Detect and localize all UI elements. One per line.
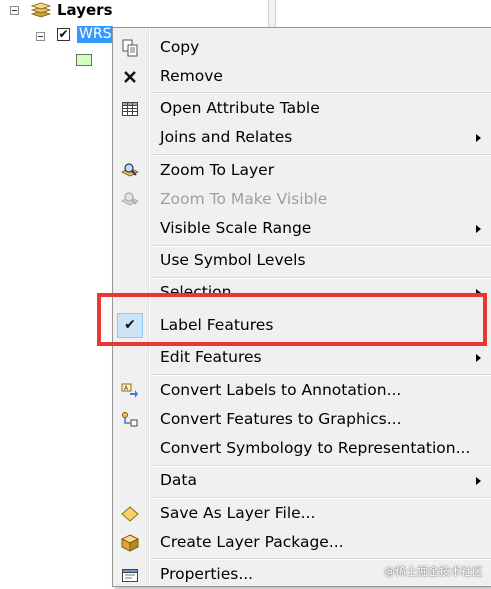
menu-item-use-symbol-levels[interactable]: Use Symbol Levels bbox=[113, 246, 491, 275]
menu-item-zoom-to-layer[interactable]: Zoom To Layer bbox=[113, 156, 491, 185]
menu-item-save-as-layer-file[interactable]: Save As Layer File... bbox=[113, 499, 491, 528]
remove-icon bbox=[124, 71, 136, 83]
menu-item-remove[interactable]: Remove bbox=[113, 62, 491, 91]
menu-item-label: Remove bbox=[160, 67, 223, 85]
convert-labels-icon: A bbox=[121, 383, 138, 398]
menu-item-convert-features-to-graphics[interactable]: Convert Features to Graphics... bbox=[113, 405, 491, 434]
layer-symbol-swatch[interactable] bbox=[76, 54, 92, 66]
watermark-text: @稀土掘金技术社区 bbox=[384, 565, 483, 578]
layers-root-label[interactable]: Layers bbox=[57, 0, 113, 20]
collapse-layer-icon[interactable] bbox=[36, 32, 45, 41]
menu-item-label: Use Symbol Levels bbox=[160, 251, 306, 269]
properties-icon bbox=[122, 569, 138, 582]
collapse-layers-icon[interactable] bbox=[10, 6, 19, 15]
menu-item-label: Convert Features to Graphics... bbox=[160, 410, 402, 428]
menu-item-open-attribute-table[interactable]: Open Attribute Table bbox=[113, 94, 491, 123]
menu-item-label: Visible Scale Range bbox=[160, 219, 312, 237]
submenu-arrow-icon bbox=[476, 225, 481, 233]
layer-package-icon bbox=[121, 534, 139, 552]
menu-item-label: Joins and Relates bbox=[160, 128, 293, 146]
menu-item-create-layer-package[interactable]: Create Layer Package... bbox=[113, 528, 491, 557]
menu-item-label: Edit Features bbox=[160, 348, 262, 366]
submenu-arrow-icon bbox=[476, 134, 481, 142]
selected-layer-name[interactable]: WRS bbox=[77, 26, 114, 43]
menu-item-edit-features[interactable]: Edit Features bbox=[113, 343, 491, 372]
menu-item-label: Save As Layer File... bbox=[160, 504, 316, 522]
layer-visibility-checkbox[interactable]: ✔ bbox=[57, 28, 70, 41]
layer-file-icon bbox=[121, 506, 139, 522]
menu-item-label: Copy bbox=[160, 38, 200, 56]
copy-icon bbox=[122, 39, 138, 57]
submenu-arrow-icon bbox=[476, 477, 481, 485]
menu-item-copy[interactable]: Copy bbox=[113, 33, 491, 62]
submenu-arrow-icon bbox=[476, 354, 481, 362]
layers-icon bbox=[30, 2, 52, 18]
menu-item-data[interactable]: Data bbox=[113, 466, 491, 495]
menu-item-label: Convert Symbology to Representation... bbox=[160, 439, 471, 457]
menu-item-label: Create Layer Package... bbox=[160, 533, 344, 551]
zoom-to-layer-icon bbox=[121, 163, 139, 177]
zoom-visible-icon bbox=[121, 192, 139, 206]
menu-item-joins-and-relates[interactable]: Joins and Relates bbox=[113, 123, 491, 152]
menu-item-label: Convert Labels to Annotation... bbox=[160, 381, 402, 399]
menu-item-convert-symbology[interactable]: Convert Symbology to Representation... bbox=[113, 434, 491, 463]
menu-item-label: Data bbox=[160, 471, 198, 489]
convert-features-icon bbox=[122, 412, 138, 427]
annotation-highlight-box bbox=[97, 293, 487, 346]
table-icon bbox=[122, 102, 138, 116]
menu-item-zoom-to-make-visible: Zoom To Make Visible bbox=[113, 185, 491, 214]
menu-item-convert-labels-to-annotation[interactable]: A Convert Labels to Annotation... bbox=[113, 376, 491, 405]
menu-item-label: Zoom To Make Visible bbox=[160, 190, 328, 208]
menu-item-label: Properties... bbox=[160, 565, 254, 583]
menu-item-visible-scale-range[interactable]: Visible Scale Range bbox=[113, 214, 491, 243]
menu-item-label: Zoom To Layer bbox=[160, 161, 275, 179]
menu-item-label: Open Attribute Table bbox=[160, 99, 320, 117]
